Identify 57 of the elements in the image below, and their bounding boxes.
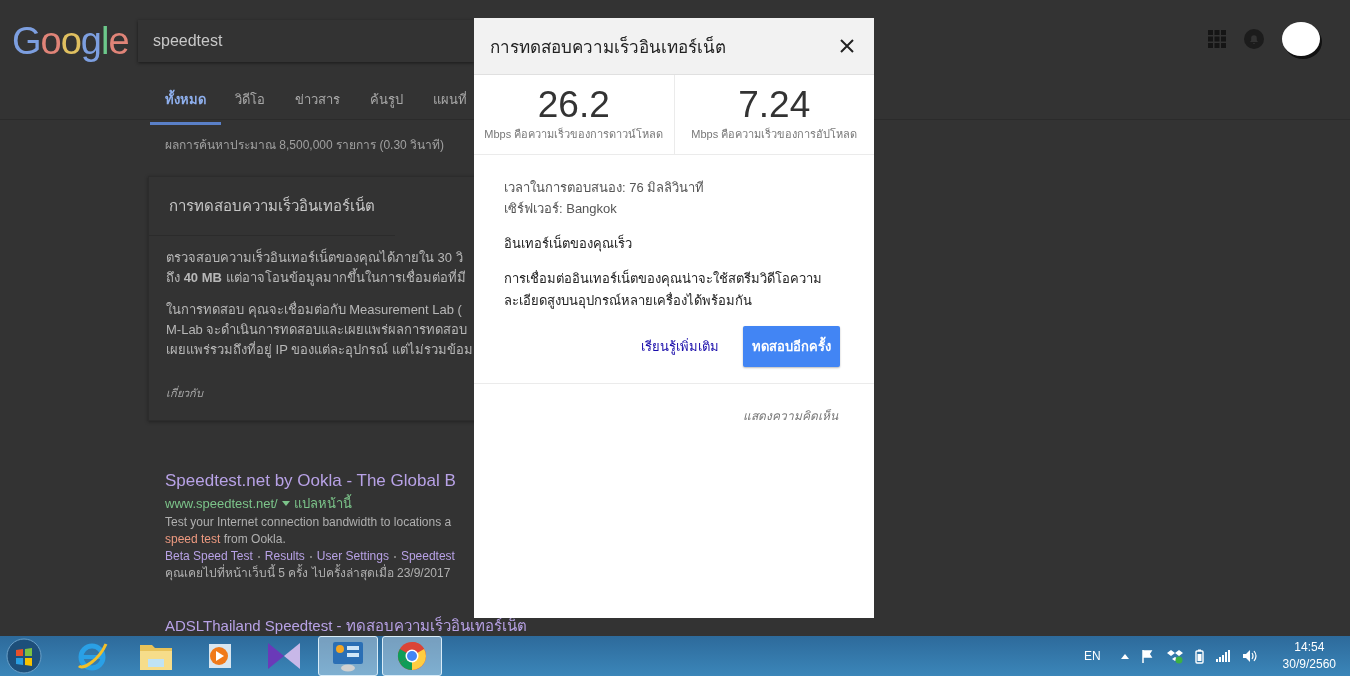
result-title-link[interactable]: Speedtest.net by Ookla - The Global B: [165, 468, 456, 493]
card-text-line: ตรวจสอบความเร็วอินเทอร์เน็ตของคุณได้ภายใน 30 วิ: [166, 248, 463, 268]
sitelink[interactable]: User Settings: [316, 548, 389, 565]
show-hidden-icons-arrow-icon[interactable]: [1120, 653, 1129, 659]
close-icon[interactable]: [840, 39, 854, 53]
card-text-line: ในการทดสอบ คุณจะเชื่อมต่อกับ Measurement Lab (: [166, 300, 462, 320]
search-tab[interactable]: ข่าวสาร: [295, 76, 340, 125]
google-logo[interactable]: Google: [0, 19, 138, 63]
clock-date: 30/9/2560: [1282, 656, 1336, 673]
clock-time: 14:54: [1294, 639, 1325, 656]
feedback-link[interactable]: แสดงความคิดเห็น: [743, 406, 838, 425]
taskbar-app-button[interactable]: [318, 636, 378, 676]
speed-value: 26.2: [537, 87, 610, 123]
dialog-title: การทดสอบความเร็วอินเทอร์เน็ต: [490, 35, 726, 59]
search-field[interactable]: speedtest: [138, 20, 474, 62]
about-link[interactable]: เกี่ยวกับ: [166, 384, 470, 402]
sitelink[interactable]: Speedtest: [400, 548, 455, 565]
learn-more-link[interactable]: เรียนรู้เพิ่มเติม: [641, 336, 719, 357]
server-text: เซิร์ฟเวอร์: Bangkok: [504, 200, 618, 218]
description-line: การเชื่อมต่ออินเทอร์เน็ตของคุณน่าจะใช้สตรีมวิดีโอความ: [504, 268, 823, 289]
search-tab[interactable]: ค้นรูป: [370, 76, 403, 125]
search-tab[interactable]: แผนที่: [433, 76, 467, 125]
translate-link[interactable]: แปลหน้านี้: [293, 493, 352, 514]
speed-caption: Mbps คือความเร็วของการดาวน์โหลด: [484, 126, 664, 142]
speaker-icon[interactable]: [1241, 649, 1257, 663]
sitelink[interactable]: Results: [264, 548, 305, 565]
result-snippet-line: Test your Internet connection bandwidth to locations a: [165, 514, 452, 531]
latency-text: เวลาในการตอบสนอง: 76 มิลลิวินาที: [504, 179, 706, 197]
signal-bars-icon[interactable]: [1215, 650, 1230, 662]
account-avatar[interactable]: [1282, 22, 1320, 56]
verdict-text: อินเทอร์เน็ตของคุณเร็ว: [504, 233, 633, 254]
language-indicator[interactable]: EN: [1083, 649, 1101, 663]
result-url: www.speedtest.net/: [165, 496, 278, 511]
clock[interactable]: 14:54 30/9/2560: [1282, 639, 1336, 673]
bowtie-icon: [267, 641, 301, 671]
speed-value: 7.24: [738, 87, 811, 123]
taskbar-app-button[interactable]: [382, 636, 442, 676]
visited-note: คุณเคยไปที่หน้าเว็บนี้ 5 ครั้ง ไปครั้งล่าสุดเมื่อ 23/9/2017: [165, 565, 451, 582]
caret-icon[interactable]: [281, 501, 290, 506]
card-text-line: เผยแพร่รวมถึงที่อยู่ IP ของแต่ละอุปกรณ์ แต่ไม่รวมข้อม: [166, 340, 473, 360]
retest-button[interactable]: ทดสอบอีกครั้ง: [743, 326, 840, 367]
card-title: การทดสอบความเร็วอินเทอร์เน็ต: [149, 177, 395, 236]
control-panel-icon: [331, 640, 365, 672]
flag-icon[interactable]: [1140, 649, 1155, 663]
chrome-icon: [396, 640, 428, 672]
card-text-line: M-Lab จะดำเนินการทดสอบและเผยแพร่ผลการทดสอบ: [166, 321, 468, 339]
sitelink[interactable]: Beta Speed Test: [165, 548, 253, 565]
result-stats: ผลการค้นหาประมาณ 8,500,000 รายการ (0.30 วินาที): [164, 137, 445, 154]
battery-icon[interactable]: [1194, 648, 1204, 664]
result-title-link[interactable]: ADSLThailand Speedtest - ทดสอบความเร็วอินเทอร์เน็ต: [165, 614, 527, 636]
card-text-line: ถึง 40 MB แต่อาจโอนข้อมูลมากขึ้นในการเชื่อมต่อที่มี: [166, 268, 466, 288]
result-snippet-line: speed test from Ookla.: [165, 531, 286, 548]
search-tab[interactable]: ทั้งหมด: [150, 76, 221, 125]
start-button[interactable]: [6, 638, 42, 674]
speed-caption: Mbps คือความเร็วของการอัปโหลด: [691, 126, 858, 142]
description-line: ละเอียดสูงบนอุปกรณ์หลายเครื่องได้พร้อมกัน: [504, 291, 753, 311]
search-tab[interactable]: วิดีโอ: [235, 76, 265, 125]
